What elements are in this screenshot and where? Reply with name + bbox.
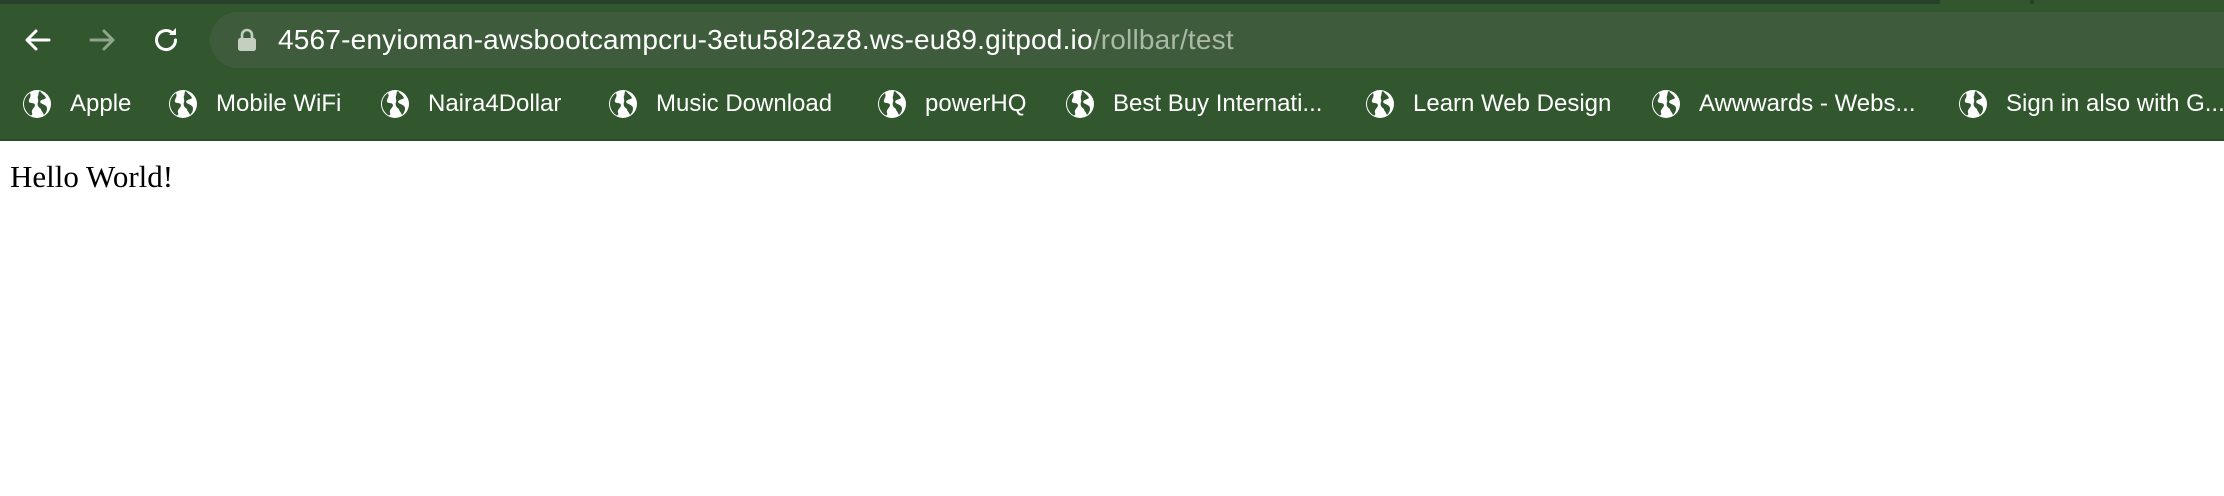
globe-icon: [878, 90, 906, 118]
globe-icon: [1959, 90, 1987, 118]
bookmark-powerhq[interactable]: powerHQ: [877, 84, 1026, 124]
globe-icon: [23, 90, 51, 118]
bookmark-sign-in[interactable]: Sign in also with G...: [1958, 84, 2224, 124]
reload-icon: [155, 28, 178, 52]
bookmark-label: Awwwards - Webs...: [1699, 90, 1916, 117]
bookmark-naira4dollar[interactable]: Naira4Dollar: [380, 84, 561, 124]
globe-icon: [169, 90, 197, 118]
bookmark-label: Sign in also with G...: [2006, 90, 2224, 117]
bookmarks-bar: Apple Mobile WiFi Naira4Dollar Music Dow…: [0, 80, 2224, 128]
globe-icon: [381, 90, 409, 118]
tab-gap: [1940, 0, 2030, 4]
bookmark-apple[interactable]: Apple: [22, 84, 131, 124]
globe-icon: [1066, 90, 1094, 118]
bookmark-awwwards[interactable]: Awwwards - Webs...: [1651, 84, 1916, 124]
url-host: 4567-enyioman-awsbootcampcru-3etu58l2az8…: [278, 24, 1093, 55]
globe-icon: [609, 90, 637, 118]
page-content: Hello World!: [0, 141, 2224, 496]
bookmark-best-buy[interactable]: Best Buy Internati...: [1065, 84, 1322, 124]
browser-toolbar-area: 4567-enyioman-awsbootcampcru-3etu58l2az8…: [0, 0, 2224, 141]
page-body-text: Hello World!: [10, 159, 174, 194]
bookmark-label: Learn Web Design: [1413, 90, 1612, 117]
back-button[interactable]: [14, 16, 62, 64]
globe-icon: [1366, 90, 1394, 118]
arrow-left-icon: [25, 29, 51, 51]
tab-gap: [2034, 0, 2224, 4]
tab-strip-edge: [0, 0, 2224, 4]
bookmark-learn-web-design[interactable]: Learn Web Design: [1365, 84, 1611, 124]
bookmark-mobile-wifi[interactable]: Mobile WiFi: [168, 84, 341, 124]
bookmark-label: Apple: [70, 90, 132, 117]
reload-button[interactable]: [142, 16, 190, 64]
navigation-toolbar: 4567-enyioman-awsbootcampcru-3etu58l2az8…: [0, 6, 2224, 74]
bookmark-music-download[interactable]: Music Download: [608, 84, 832, 124]
arrow-right-icon: [89, 29, 115, 51]
bookmark-label: Best Buy Internati...: [1113, 90, 1323, 117]
bookmark-label: Mobile WiFi: [216, 90, 342, 117]
globe-icon: [1652, 90, 1680, 118]
bookmark-label: powerHQ: [925, 90, 1027, 117]
url-text[interactable]: 4567-enyioman-awsbootcampcru-3etu58l2az8…: [278, 25, 1234, 55]
address-bar[interactable]: 4567-enyioman-awsbootcampcru-3etu58l2az8…: [210, 12, 2224, 68]
forward-button[interactable]: [78, 16, 126, 64]
url-path: /rollbar/test: [1092, 24, 1234, 55]
lock-icon[interactable]: [236, 28, 258, 52]
bookmark-label: Naira4Dollar: [428, 90, 562, 117]
bookmark-label: Music Download: [656, 90, 833, 117]
